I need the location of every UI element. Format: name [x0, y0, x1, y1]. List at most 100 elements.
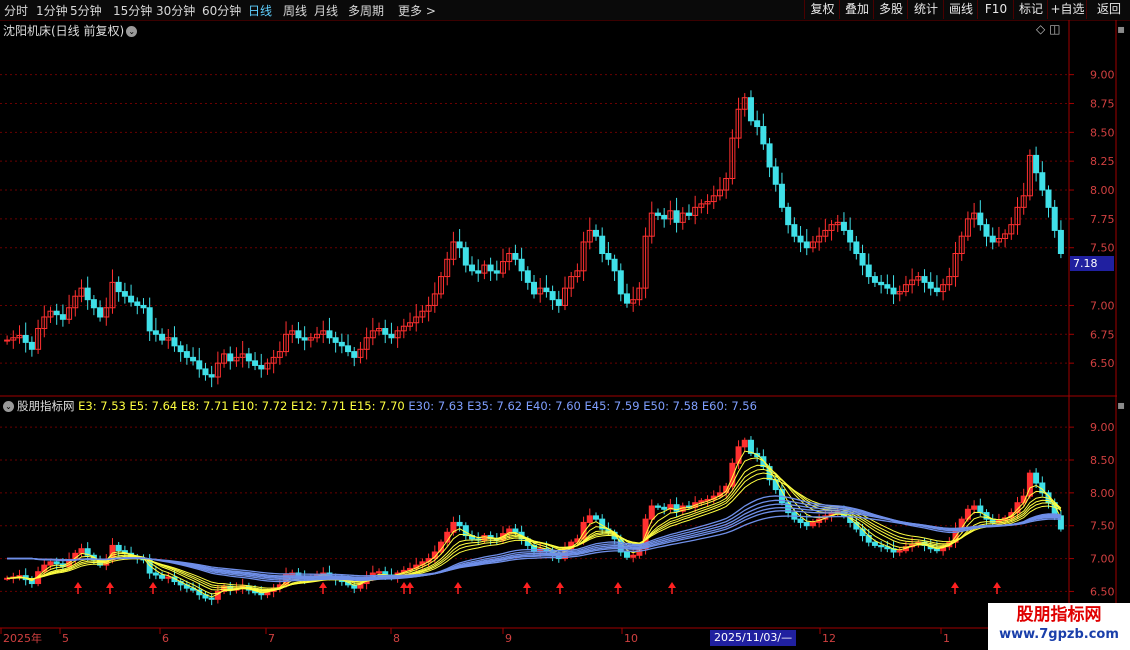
buy-arrow-icon	[993, 582, 1001, 588]
main-candle-body	[555, 299, 562, 306]
chevron-down-icon[interactable]: ⌄	[3, 401, 14, 412]
main-candle-body	[84, 287, 91, 301]
ind-candle-body	[673, 504, 680, 512]
main-candle-body	[128, 295, 135, 303]
main-candle-body	[301, 337, 308, 341]
main-candle-body	[847, 229, 854, 243]
watermark-cn: 股朋指标网	[1016, 605, 1102, 625]
main-candle-body	[196, 360, 203, 370]
indicator-value-11: E60: 7.56	[698, 399, 757, 413]
watermark-logo: 股朋指标网 www.7gpzb.com	[988, 603, 1130, 650]
ind-candle-body	[803, 521, 810, 527]
main-candle-body	[258, 364, 265, 370]
buy-arrow-icon	[523, 582, 531, 588]
indicator-value-3: E10: 7.72	[228, 399, 288, 413]
buy-arrow-icon	[319, 582, 327, 588]
ind-candle-body	[623, 551, 630, 558]
ema-slow-30	[7, 495, 1062, 583]
main-candle-body	[1057, 229, 1064, 255]
indicator-value-2: E8: 7.71	[177, 399, 229, 413]
ind-candle-body	[376, 571, 383, 574]
main-candle-body	[487, 264, 494, 272]
main-candle-body	[772, 166, 779, 185]
ind-axis-label: 8.00	[1090, 487, 1115, 500]
ind-candle-body	[871, 541, 878, 546]
main-candle-body	[1051, 206, 1058, 231]
ind-candle-body	[964, 508, 971, 520]
main-candle-body	[890, 287, 897, 295]
main-candle-body	[927, 281, 934, 289]
side-panel-strip[interactable]: ▪	[1117, 22, 1130, 394]
ind-candle-body	[809, 521, 816, 527]
ind-candle-body	[586, 515, 593, 523]
main-candle-body	[605, 253, 612, 260]
main-candle-body	[878, 281, 885, 286]
main-candle-body	[983, 224, 990, 237]
ind-axis-label: 7.50	[1090, 520, 1115, 533]
main-candle-body	[22, 334, 29, 343]
ind-candle-body	[208, 597, 215, 600]
main-candle-body	[388, 333, 395, 339]
ind-candle-body	[971, 505, 978, 510]
main-candle-body	[599, 235, 606, 255]
main-axis-label: 7.00	[1090, 299, 1115, 312]
main-candle-body	[456, 241, 463, 249]
buy-arrow-icon	[556, 582, 564, 588]
ind-candle-body	[735, 446, 742, 464]
ind-axis-label: 7.00	[1090, 553, 1115, 566]
indicator-value-6: E30: 7.63	[404, 399, 464, 413]
main-candle-body	[121, 291, 128, 297]
main-axis-label: 8.00	[1090, 184, 1115, 197]
main-candle-body	[524, 270, 531, 283]
main-candle-body	[543, 287, 550, 293]
main-candle-body	[747, 97, 754, 122]
buy-arrow-icon	[106, 582, 114, 588]
side-panel-strip-2[interactable]: ▪	[1117, 398, 1130, 598]
indicator-value-9: E45: 7.59	[580, 399, 640, 413]
buy-arrow-icon	[149, 582, 157, 588]
main-candle-body	[673, 210, 680, 223]
main-candle-body	[140, 304, 147, 309]
ind-candle-body	[630, 554, 637, 558]
ind-candle-body	[159, 574, 166, 579]
indicator-values: E3: 7.53 E5: 7.64 E8: 7.71 E10: 7.72 E12…	[75, 399, 757, 413]
x-axis-label: 1	[943, 632, 950, 645]
main-candle-body	[791, 224, 798, 237]
main-candle-body	[171, 337, 178, 347]
main-candle-body	[159, 333, 166, 341]
main-candle-body	[332, 337, 339, 343]
main-candle-body	[493, 270, 500, 274]
main-candle-body	[871, 276, 878, 283]
ind-candle-body	[78, 548, 85, 554]
main-candle-body	[351, 351, 358, 358]
ind-axis-label: 9.00	[1090, 421, 1115, 434]
ind-candle-body	[456, 521, 463, 527]
buy-arrow-icon	[668, 582, 676, 588]
main-candle-body	[921, 276, 928, 283]
main-candle-body	[97, 307, 104, 318]
main-candle-body	[1033, 154, 1040, 174]
x-axis-label: 10	[624, 632, 638, 645]
main-candle-body	[617, 270, 624, 295]
main-candle-body	[1045, 189, 1052, 208]
ind-candle-body	[512, 528, 519, 533]
main-axis-label: 7.75	[1090, 213, 1115, 226]
kline-chart[interactable]: 9.00 8.75 8.50 8.25 8.00 7.75 7.50 7.00 6.75 6.50…	[0, 0, 1130, 650]
main-candle-body	[785, 206, 792, 226]
main-candle-body	[345, 345, 352, 353]
main-candle-body	[865, 264, 872, 278]
main-candle-body	[382, 328, 389, 335]
main-axis-label: 9.00	[1090, 69, 1115, 82]
main-candle-body	[797, 235, 804, 243]
main-candle-body	[661, 214, 668, 220]
ind-axis-label: 8.50	[1090, 454, 1115, 467]
ind-candle-body	[53, 561, 60, 565]
main-candle-body	[592, 229, 599, 237]
main-candle-body	[115, 281, 122, 293]
main-candle-body	[853, 241, 860, 255]
ind-candle-body	[896, 550, 903, 553]
main-candle-body	[933, 287, 940, 293]
main-candle-body	[623, 293, 630, 304]
main-candle-body	[549, 291, 556, 301]
main-candle-body	[462, 247, 469, 266]
